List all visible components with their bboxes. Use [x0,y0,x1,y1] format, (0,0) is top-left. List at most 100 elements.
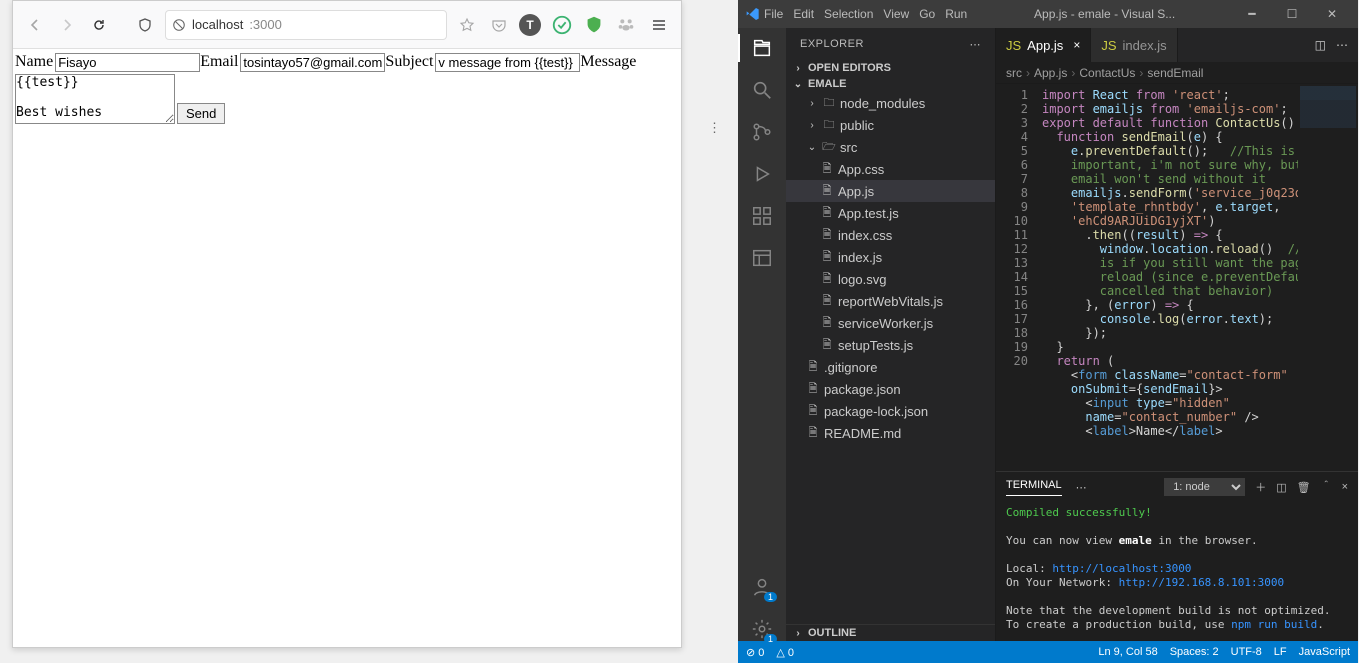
explorer-header: EXPLORER ⋯ [786,28,995,60]
extension-shield-icon[interactable] [583,14,605,36]
menu-view[interactable]: View [883,7,909,21]
minimap[interactable] [1298,84,1358,471]
activity-bar: 1 1 [738,28,786,641]
outline-section[interactable]: ›OUTLINE [786,624,995,641]
url-port: :3000 [249,17,282,32]
close-tab-icon[interactable]: × [1073,38,1080,52]
menu-run[interactable]: Run [945,7,967,21]
open-editors-section[interactable]: ›OPEN EDITORS [786,60,995,76]
status-item[interactable]: UTF-8 [1231,646,1262,658]
close-panel-icon[interactable]: × [1342,481,1348,493]
subject-input[interactable] [435,53,580,72]
tab-index-js[interactable]: JS index.js [1091,28,1177,62]
terminal-panel: TERMINAL ⋯ 1: node ＋ ◫ 🗑 ＾ × Compiled su… [996,471,1358,641]
file--gitignore[interactable]: 🗎.gitignore [786,356,995,378]
url-bar[interactable]: localhost :3000 [165,10,447,40]
file-package-json[interactable]: 🗎package.json [786,378,995,400]
name-input[interactable] [55,53,200,72]
new-terminal-icon[interactable]: ＋ [1255,479,1266,495]
browser-toolbar: localhost :3000 T [13,1,681,49]
explorer-more-icon[interactable]: ⋯ [970,38,982,51]
search-activity-icon[interactable] [750,78,774,102]
extension-t-icon[interactable]: T [519,14,541,36]
file-reportwebvitals-js[interactable]: 🗎reportWebVitals.js [786,290,995,312]
js-file-icon: JS [1101,38,1116,53]
menu-file[interactable]: File [764,7,783,21]
file-serviceworker-js[interactable]: 🗎serviceWorker.js [786,312,995,334]
file-index-css[interactable]: 🗎index.css [786,224,995,246]
vscode-window: FileEditSelectionViewGoRun App.js - emal… [738,0,1358,663]
window-controls: ━ ☐ ✕ [1232,7,1352,21]
menu-go[interactable]: Go [919,7,935,21]
folder-public[interactable]: ›🗀public [786,114,995,136]
folder-node_modules[interactable]: ›🗀node_modules [786,92,995,114]
maximize-panel-icon[interactable]: ＾ [1321,479,1332,495]
menu-selection[interactable]: Selection [824,7,873,21]
back-button[interactable] [23,13,47,37]
scm-activity-icon[interactable] [750,120,774,144]
forward-button[interactable] [55,13,79,37]
file-app-test-js[interactable]: 🗎App.test.js [786,202,995,224]
file-readme-md[interactable]: 🗎README.md [786,422,995,444]
explorer-sidebar: EXPLORER ⋯ ›OPEN EDITORS ⌄EMALE ›🗀node_m… [786,28,996,641]
reload-button[interactable] [87,13,111,37]
browser-window: localhost:3000 T Name Email Subject Mess… [12,0,682,648]
kill-terminal-icon[interactable]: 🗑 [1297,481,1311,494]
file-logo-svg[interactable]: 🗎logo.svg [786,268,995,290]
file-package-lock-json[interactable]: 🗎package-lock.json [786,400,995,422]
split-editor-icon[interactable]: ◫ [1315,38,1326,52]
toolbar-extensions: T [519,13,671,37]
send-button[interactable]: Send [177,103,225,124]
extension-paw-icon[interactable] [615,14,637,36]
bookmark-star-icon[interactable] [455,13,479,37]
file-app-css[interactable]: 🗎App.css [786,158,995,180]
project-section[interactable]: ⌄EMALE [786,76,995,92]
maximize-button[interactable]: ☐ [1272,7,1312,21]
menu-edit[interactable]: Edit [793,7,814,21]
pocket-icon[interactable] [487,13,511,37]
account-activity-icon[interactable]: 1 [750,575,774,599]
status-item[interactable]: LF [1274,646,1287,658]
extensions-activity-icon[interactable] [750,204,774,228]
settings-activity-icon[interactable]: 1 [750,617,774,641]
status-item[interactable]: JavaScript [1299,646,1350,658]
extension-green-icon[interactable] [551,14,573,36]
debug-activity-icon[interactable] [750,162,774,186]
overflow-dots-icon[interactable]: ⋮ [708,120,721,136]
status-item[interactable]: Spaces: 2 [1170,646,1219,658]
shield-icon[interactable] [133,13,157,37]
file-tree: ›🗀node_modules›🗀public⌄🗁src🗎App.css🗎App.… [786,92,995,624]
subject-label: Subject [385,53,433,71]
message-label: Message [580,53,636,71]
split-terminal-icon[interactable]: ◫ [1276,481,1286,494]
editor-tabs: JS App.js × JS index.js ◫ ⋯ [996,28,1358,62]
breadcrumb[interactable]: src › App.js › ContactUs › sendEmail [996,62,1358,84]
hamburger-menu-icon[interactable] [647,13,671,37]
message-textarea[interactable] [15,74,175,124]
status-bar: ⊘ 0 △ 0 Ln 9, Col 58 Spaces: 2 UTF-8 LF Java… [738,641,1358,663]
terminal-tab[interactable]: TERMINAL [1006,479,1062,496]
layout-activity-icon[interactable] [750,246,774,270]
email-input[interactable] [240,53,385,72]
file-index-js[interactable]: 🗎index.js [786,246,995,268]
url-host: localhost [192,17,243,32]
explorer-activity-icon[interactable] [750,36,774,60]
status-warnings[interactable]: △ 0 [776,646,794,659]
vscode-logo-icon [744,6,760,22]
code-editor[interactable]: 1234567891011121314151617181920 import R… [996,84,1358,471]
terminal-output[interactable]: Compiled successfully! You can now view … [996,502,1358,641]
info-icon [172,18,186,32]
status-item[interactable]: Ln 9, Col 58 [1098,646,1157,658]
file-setuptests-js[interactable]: 🗎setupTests.js [786,334,995,356]
close-button[interactable]: ✕ [1312,7,1352,21]
js-file-icon: JS [1006,38,1021,53]
panel-more-icon[interactable]: ⋯ [1076,481,1087,494]
editor-more-icon[interactable]: ⋯ [1336,38,1348,52]
tab-app-js[interactable]: JS App.js × [996,28,1091,62]
terminal-selector[interactable]: 1: node [1164,478,1245,496]
minimize-button[interactable]: ━ [1232,7,1272,21]
status-errors[interactable]: ⊘ 0 [746,646,764,659]
menu-bar[interactable]: File Edit Selection View Go Run [764,7,977,21]
file-app-js[interactable]: 🗎App.js [786,180,995,202]
folder-src[interactable]: ⌄🗁src [786,136,995,158]
